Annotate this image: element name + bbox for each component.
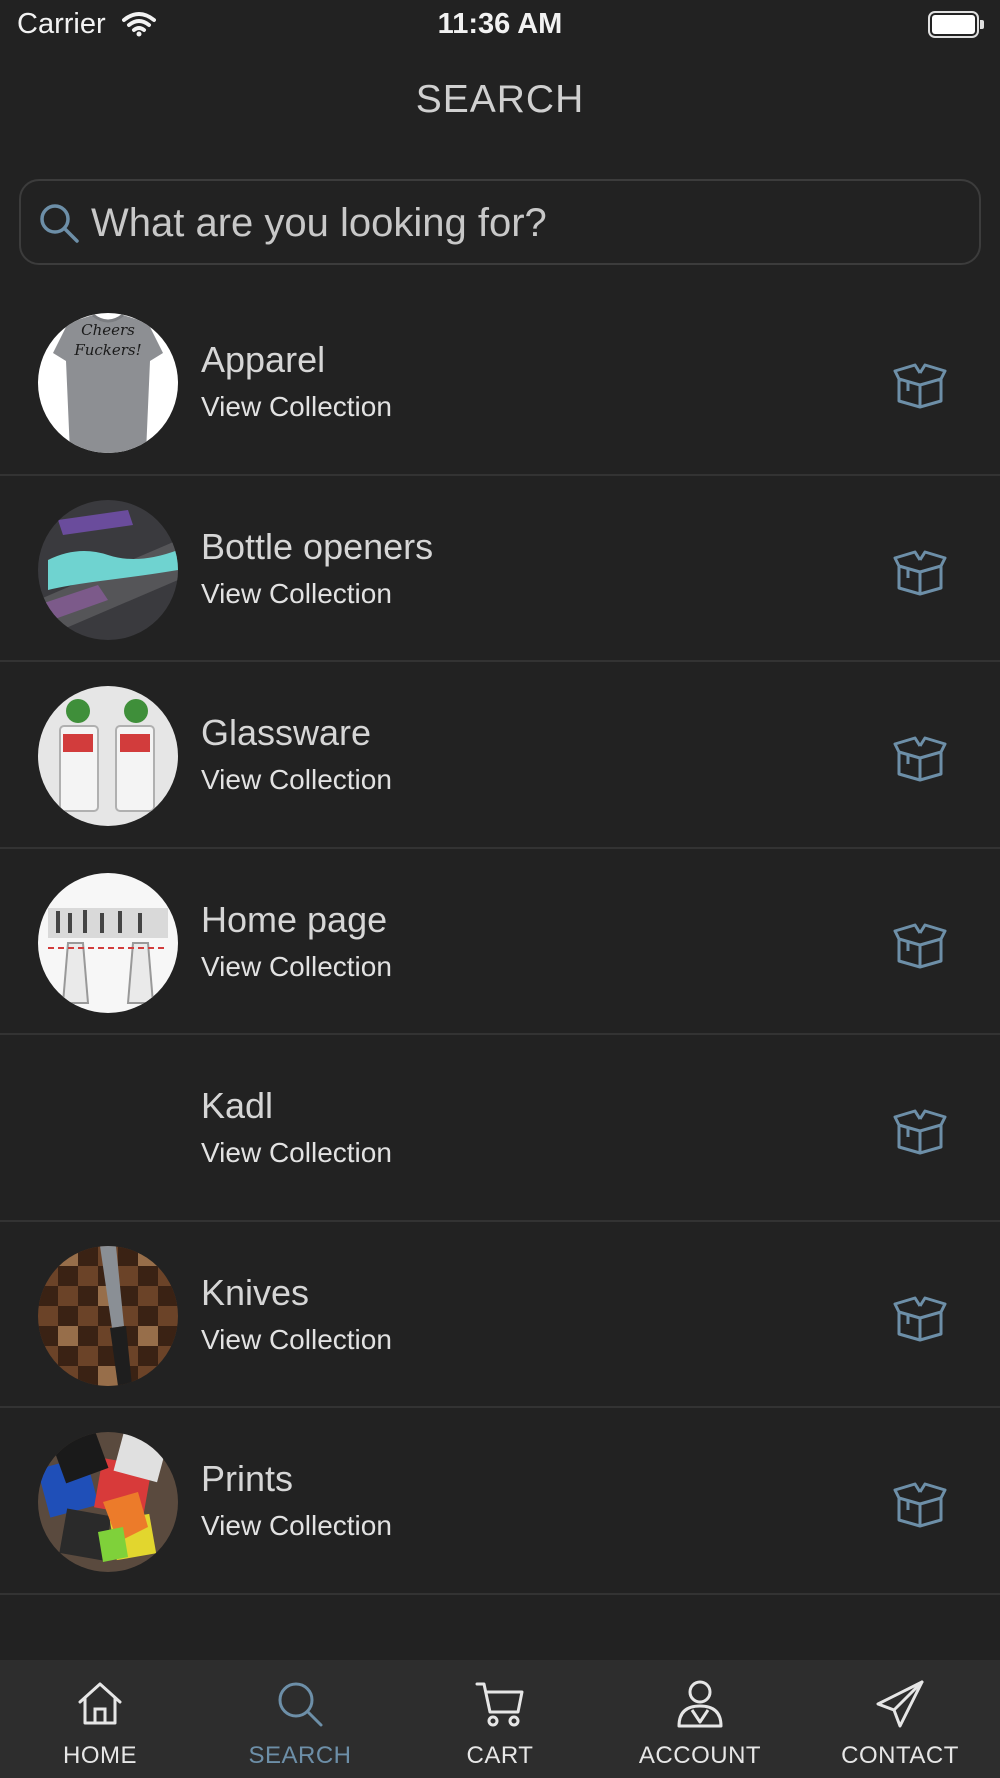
view-collection-link[interactable]: View Collection: [201, 764, 392, 796]
collection-row-bottle-openers[interactable]: Bottle openers View Collection: [0, 476, 1000, 662]
apparel-thumbnail: Cheers Fuckers!: [38, 313, 178, 453]
tab-search[interactable]: SEARCH: [200, 1660, 400, 1778]
search-icon: [274, 1678, 326, 1735]
bottle-openers-thumbnail: [38, 499, 178, 640]
tab-account[interactable]: ACCOUNT: [600, 1660, 800, 1778]
shirt-print-text: Fuckers!: [73, 341, 141, 359]
status-bar: Carrier 11:36 AM: [0, 0, 1000, 50]
collection-list: Cheers Fuckers! Apparel View Collection B…: [0, 289, 1000, 1595]
tab-contact[interactable]: CONTACT: [800, 1660, 1000, 1778]
view-collection-link[interactable]: View Collection: [201, 578, 392, 610]
box-icon[interactable]: [893, 1480, 947, 1533]
knives-thumbnail: [38, 1245, 178, 1386]
account-icon: [674, 1678, 726, 1735]
tab-label: CONTACT: [841, 1742, 959, 1769]
page-title: SEARCH: [415, 78, 585, 121]
view-collection-link[interactable]: View Collection: [201, 391, 392, 423]
tab-home[interactable]: HOME: [0, 1660, 200, 1778]
collection-title: Prints: [201, 1458, 294, 1499]
collection-title: Knives: [201, 1271, 310, 1313]
home-page-thumbnail: [38, 872, 178, 1013]
collection-row-apparel[interactable]: Cheers Fuckers! Apparel View Collection: [0, 289, 1000, 476]
box-icon[interactable]: [893, 1294, 947, 1347]
search-screen: Carrier 11:36 AM SEARCH What are you loo…: [0, 0, 1000, 1778]
box-icon[interactable]: [893, 921, 947, 974]
collection-row-glassware[interactable]: Glassware View Collection: [0, 662, 1000, 849]
box-icon[interactable]: [893, 1107, 947, 1160]
view-collection-link[interactable]: View Collection: [201, 1510, 392, 1542]
tab-label: CART: [466, 1742, 534, 1769]
box-icon[interactable]: [893, 548, 947, 601]
prints-thumbnail: [38, 1432, 178, 1572]
paper-plane-icon: [874, 1678, 926, 1735]
shirt-print-text: Cheers: [81, 321, 135, 339]
collection-row-prints[interactable]: Prints View Collection: [0, 1408, 1000, 1595]
tab-bar: HOME SEARCH CART ACCOUNT CONTACT: [0, 1660, 1000, 1778]
collection-title: Home page: [201, 898, 388, 940]
collection-title: Glassware: [201, 712, 372, 753]
battery-icon: [928, 11, 984, 38]
tab-label: ACCOUNT: [638, 1742, 762, 1769]
tab-label: SEARCH: [248, 1742, 352, 1769]
search-icon: [39, 203, 81, 250]
collection-title: Apparel: [201, 339, 326, 380]
view-collection-link[interactable]: View Collection: [201, 951, 392, 983]
collection-title: Bottle openers: [201, 525, 434, 567]
box-icon[interactable]: [893, 361, 947, 414]
box-icon[interactable]: [893, 734, 947, 787]
search-bar[interactable]: [19, 179, 981, 265]
collection-row-knives[interactable]: Knives View Collection: [0, 1222, 1000, 1408]
tab-label: HOME: [63, 1742, 137, 1769]
tab-cart[interactable]: CART: [400, 1660, 600, 1778]
collection-row-kadl[interactable]: Kadl View Collection: [0, 1035, 1000, 1222]
home-icon: [74, 1678, 126, 1735]
collection-row-home-page[interactable]: Home page View Collection: [0, 849, 1000, 1035]
clock: 11:36 AM: [437, 8, 563, 40]
view-collection-link[interactable]: View Collection: [201, 1324, 392, 1356]
search-input[interactable]: [91, 195, 951, 251]
view-collection-link[interactable]: View Collection: [201, 1137, 392, 1169]
collection-title: Kadl: [201, 1085, 274, 1126]
glassware-thumbnail: [38, 686, 178, 826]
cart-icon: [474, 1678, 526, 1735]
